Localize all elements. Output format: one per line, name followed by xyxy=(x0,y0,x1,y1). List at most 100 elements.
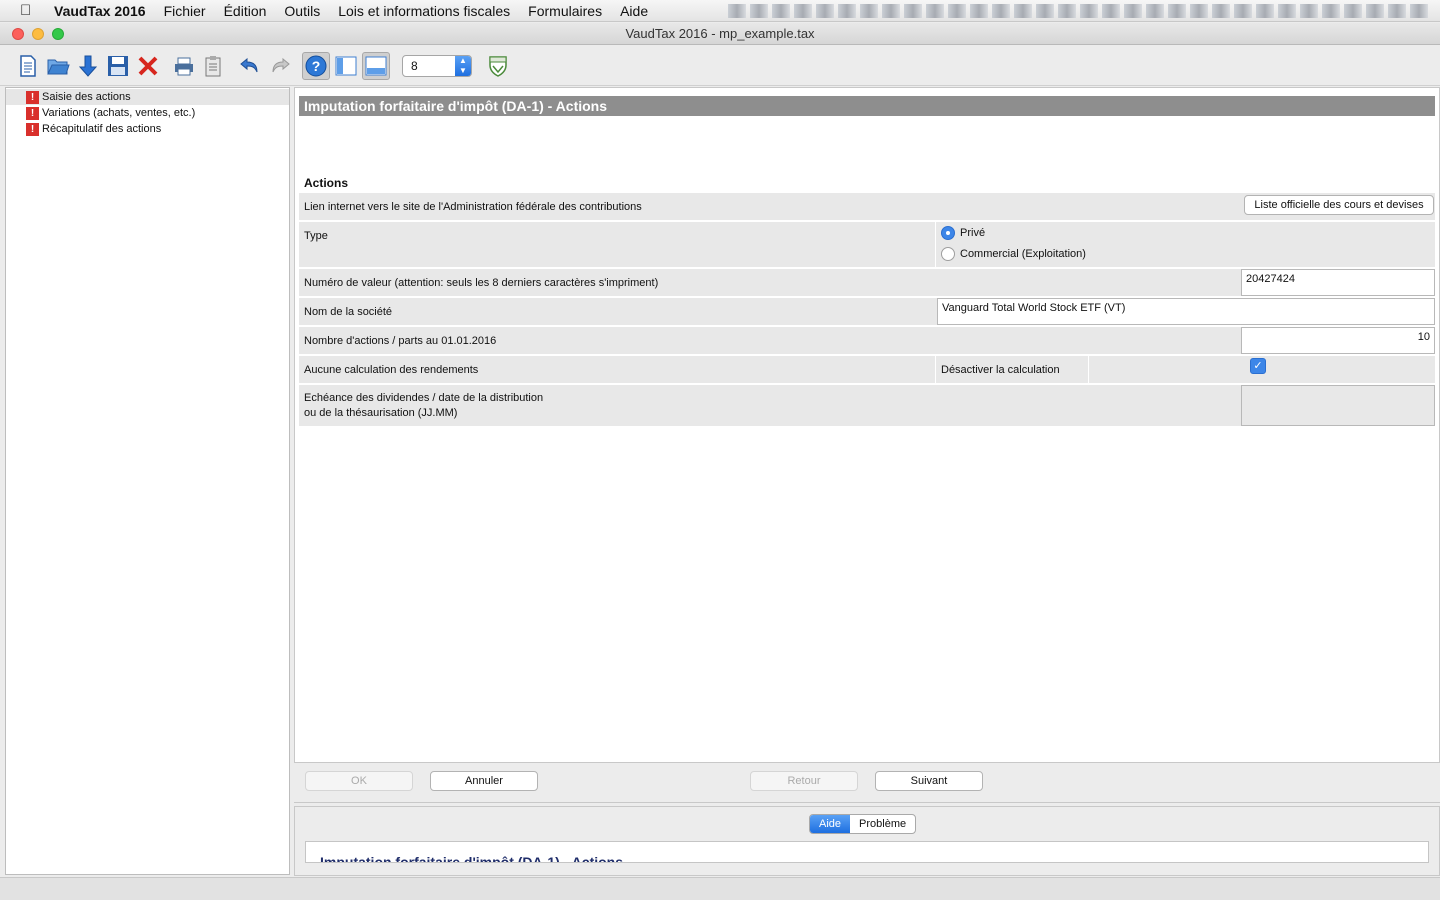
tray-icon[interactable] xyxy=(838,4,856,18)
shares-label: Nombre d'actions / parts au 01.01.2016 xyxy=(304,335,497,347)
row-company: Nom de la société Vanguard Total World S… xyxy=(299,298,1435,326)
tray-icon[interactable] xyxy=(860,4,878,18)
cancel-button[interactable]: Annuler xyxy=(430,771,538,791)
zoom-window-button[interactable] xyxy=(52,28,64,40)
company-label: Nom de la société xyxy=(304,306,393,318)
tray-icon[interactable] xyxy=(1168,4,1186,18)
tab-probleme[interactable]: Problème xyxy=(850,815,915,833)
tray-icon[interactable] xyxy=(1278,4,1296,18)
tray-icon[interactable] xyxy=(1212,4,1230,18)
radio-prive[interactable] xyxy=(941,226,955,240)
tree-item-label: Saisie des actions xyxy=(42,91,131,103)
tray-icon[interactable] xyxy=(1234,4,1252,18)
menu-tray xyxy=(728,4,1428,18)
menu-formulaires[interactable]: Formulaires xyxy=(528,3,602,19)
disable-calc-checkbox[interactable]: ✓ xyxy=(1250,358,1266,374)
import-button[interactable] xyxy=(74,52,102,80)
tray-icon[interactable] xyxy=(794,4,812,18)
vaud-shield-icon xyxy=(489,55,507,77)
radio-commercial-label: Commercial (Exploitation) xyxy=(960,248,1086,260)
chevron-up-down-icon[interactable]: ▲ ▼ xyxy=(455,55,471,76)
tray-icon[interactable] xyxy=(1190,4,1208,18)
tray-icon[interactable] xyxy=(992,4,1010,18)
canton-shield-button[interactable] xyxy=(484,52,512,80)
company-input[interactable]: Vanguard Total World Stock ETF (VT) xyxy=(937,298,1435,325)
valor-input[interactable]: 20427424 xyxy=(1241,269,1435,296)
menu-aide[interactable]: Aide xyxy=(620,3,648,19)
tray-icon[interactable] xyxy=(816,4,834,18)
disable-calc-cell: Désactiver la calculation xyxy=(935,356,1089,383)
folder-open-icon xyxy=(47,59,70,74)
minimize-window-button[interactable] xyxy=(32,28,44,40)
tray-icon[interactable] xyxy=(1036,4,1054,18)
delete-button[interactable] xyxy=(134,52,162,80)
tray-icon[interactable] xyxy=(750,4,768,18)
form-tree-panel: ! Saisie des actions ! Variations (achat… xyxy=(5,87,290,875)
tray-icon[interactable] xyxy=(772,4,790,18)
tray-icon[interactable] xyxy=(970,4,988,18)
bottom-panel-layout-icon xyxy=(365,56,387,75)
sidebar-layout-icon xyxy=(335,56,357,75)
tray-icon[interactable] xyxy=(1014,4,1032,18)
tray-icon[interactable] xyxy=(1058,4,1076,18)
apple-icon[interactable]:  xyxy=(20,2,40,19)
tray-icon[interactable] xyxy=(1322,4,1340,18)
menu-fichier[interactable]: Fichier xyxy=(164,3,206,19)
help-segmented-control: Aide Problème xyxy=(809,814,917,834)
help-panel: Aide Problème Imputation forfaitaire d'i… xyxy=(294,806,1440,876)
undo-button[interactable] xyxy=(236,52,264,80)
ok-button[interactable]: OK xyxy=(305,771,413,791)
dialog-button-bar: OK Annuler Retour Suivant xyxy=(294,763,1440,803)
tree-item-label: Récapitulatif des actions xyxy=(42,123,162,135)
tab-aide[interactable]: Aide xyxy=(810,815,851,833)
tray-icon[interactable] xyxy=(1366,4,1384,18)
menu-edition[interactable]: Édition xyxy=(224,3,267,19)
radio-commercial[interactable] xyxy=(941,247,955,261)
tray-icon[interactable] xyxy=(1124,4,1142,18)
bottom-panel-toggle-button[interactable] xyxy=(362,51,390,80)
tray-icon[interactable] xyxy=(1300,4,1318,18)
redo-icon xyxy=(272,57,290,72)
dividend-date-input[interactable] xyxy=(1241,385,1435,426)
window-title: VaudTax 2016 - mp_example.tax xyxy=(625,26,815,41)
tree-item-saisie-actions[interactable]: ! Saisie des actions xyxy=(6,89,289,105)
menu-bar:  VaudTax 2016 Fichier Édition Outils Lo… xyxy=(0,0,1440,22)
print-button[interactable] xyxy=(170,52,198,80)
menu-lois[interactable]: Lois et informations fiscales xyxy=(338,3,510,19)
tray-icon[interactable] xyxy=(1080,4,1098,18)
tray-icon[interactable] xyxy=(728,4,746,18)
menu-app-name[interactable]: VaudTax 2016 xyxy=(54,3,146,19)
menu-outils[interactable]: Outils xyxy=(284,3,320,19)
tray-icon[interactable] xyxy=(882,4,900,18)
tray-icon[interactable] xyxy=(948,4,966,18)
official-rates-button[interactable]: Liste officielle des cours et devises xyxy=(1244,195,1434,215)
copy-button[interactable] xyxy=(200,52,228,80)
close-window-button[interactable] xyxy=(12,28,24,40)
dividend-label-line1: Echéance des dividendes / date de la dis… xyxy=(304,392,544,404)
tray-icon[interactable] xyxy=(926,4,944,18)
back-button[interactable]: Retour xyxy=(750,771,858,791)
tray-icon[interactable] xyxy=(1102,4,1120,18)
shares-input[interactable]: 10 xyxy=(1241,327,1435,354)
arrow-down-icon xyxy=(78,55,98,77)
save-disk-icon xyxy=(108,55,128,76)
tray-icon[interactable] xyxy=(1256,4,1274,18)
help-content-box: Imputation forfaitaire d'impôt (DA-1) - … xyxy=(305,841,1429,863)
tray-icon[interactable] xyxy=(1388,4,1406,18)
left-panel-toggle-button[interactable] xyxy=(332,52,360,80)
tree-item-recapitulatif[interactable]: ! Récapitulatif des actions xyxy=(6,121,289,137)
next-button[interactable]: Suivant xyxy=(875,771,983,791)
zoom-select[interactable]: 8 ▲ ▼ xyxy=(402,54,472,77)
link-label: Lien internet vers le site de l'Administ… xyxy=(304,201,642,213)
tray-icon[interactable] xyxy=(904,4,922,18)
redo-button[interactable] xyxy=(266,52,294,80)
tree-item-variations[interactable]: ! Variations (achats, ventes, etc.) xyxy=(6,105,289,121)
help-button[interactable]: ? xyxy=(302,51,330,80)
open-folder-button[interactable] xyxy=(44,52,72,80)
tray-icon[interactable] xyxy=(1146,4,1164,18)
save-button[interactable] xyxy=(104,52,132,80)
new-document-button[interactable] xyxy=(14,52,42,80)
tray-icon[interactable] xyxy=(1410,4,1428,18)
radio-prive-label: Privé xyxy=(960,227,986,239)
tray-icon[interactable] xyxy=(1344,4,1362,18)
